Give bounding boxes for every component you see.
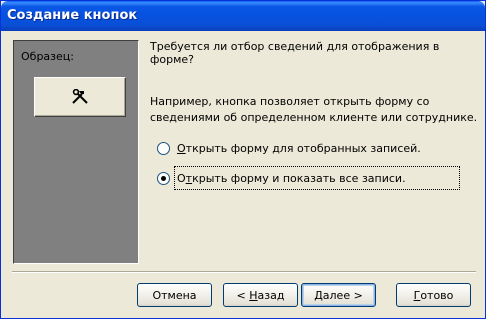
- next-button[interactable]: Далее >: [301, 283, 376, 307]
- back-button[interactable]: < Назад: [223, 283, 298, 307]
- dialog-window: Создание кнопок Образец: Требуется ли от…: [0, 0, 486, 319]
- sample-label: Образец:: [21, 50, 74, 63]
- option-selected-records-label: Открыть форму для отобранных записей.: [177, 141, 421, 155]
- finish-button[interactable]: Готово: [396, 283, 471, 307]
- example-text: Например, кнопка позволяет открыть форму…: [150, 95, 478, 124]
- back-button-label: < Назад: [236, 288, 285, 302]
- window-title: Создание кнопок: [7, 8, 138, 23]
- cancel-button[interactable]: Отмена: [137, 283, 212, 307]
- option-all-records[interactable]: Открыть форму и показать все записи.: [157, 170, 406, 186]
- cancel-button-label: Отмена: [152, 288, 197, 302]
- next-button-label: Далее >: [314, 288, 363, 302]
- question-text: Требуется ли отбор сведений для отображе…: [150, 40, 440, 66]
- option-selected-records[interactable]: Открыть форму для отобранных записей.: [157, 140, 421, 156]
- hammer-wrench-icon: [72, 89, 88, 104]
- radio-selected-records[interactable]: [157, 141, 170, 155]
- radio-all-records[interactable]: [157, 171, 170, 185]
- option-all-records-label: Открыть форму и показать все записи.: [177, 171, 406, 185]
- title-bar[interactable]: Создание кнопок: [1, 1, 485, 31]
- sample-button-preview: [34, 77, 126, 117]
- finish-button-label: Готово: [413, 288, 454, 302]
- separator-line: [12, 271, 476, 273]
- sample-panel: Образец:: [13, 40, 139, 264]
